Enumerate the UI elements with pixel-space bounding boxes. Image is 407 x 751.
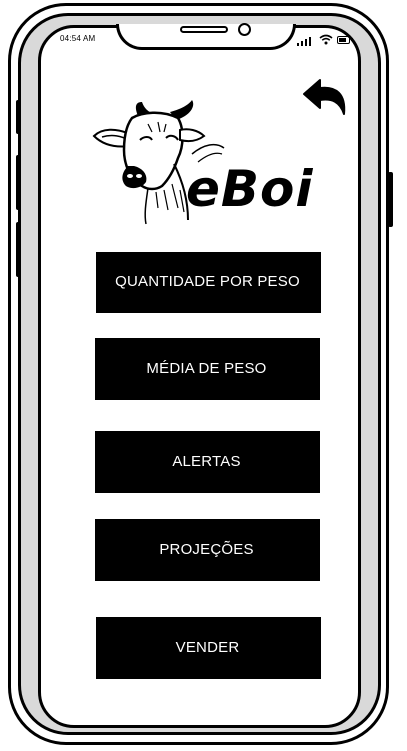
wifi-icon <box>319 34 333 45</box>
speaker-icon <box>180 26 228 33</box>
projecoes-label: PROJEÇÕES <box>159 540 254 558</box>
battery-tip <box>351 38 353 41</box>
side-button-left-mid <box>16 155 21 210</box>
media-de-peso-button[interactable]: MÉDIA DE PESO <box>93 336 320 400</box>
quantidade-por-peso-label: QUANTIDADE POR PESO <box>115 273 300 290</box>
battery-icon <box>337 36 350 44</box>
vender-label: VENDER <box>175 638 240 656</box>
status-time: 04:54 AM <box>60 34 96 43</box>
signal-icon <box>297 34 313 46</box>
alertas-button[interactable]: ALERTAS <box>93 429 320 493</box>
camera-icon <box>238 23 251 36</box>
side-button-left-top <box>16 100 21 134</box>
alertas-label: ALERTAS <box>172 452 241 470</box>
quantidade-por-peso-button[interactable]: QUANTIDADE POR PESO <box>94 250 321 313</box>
vender-button[interactable]: VENDER <box>94 615 321 679</box>
media-de-peso-label: MÉDIA DE PESO <box>146 359 267 377</box>
status-icons <box>297 34 357 46</box>
projecoes-button[interactable]: PROJEÇÕES <box>93 517 320 581</box>
side-button-right <box>388 172 393 227</box>
side-button-left-bottom <box>16 222 21 277</box>
app-logo-text: eBoi <box>186 160 314 218</box>
